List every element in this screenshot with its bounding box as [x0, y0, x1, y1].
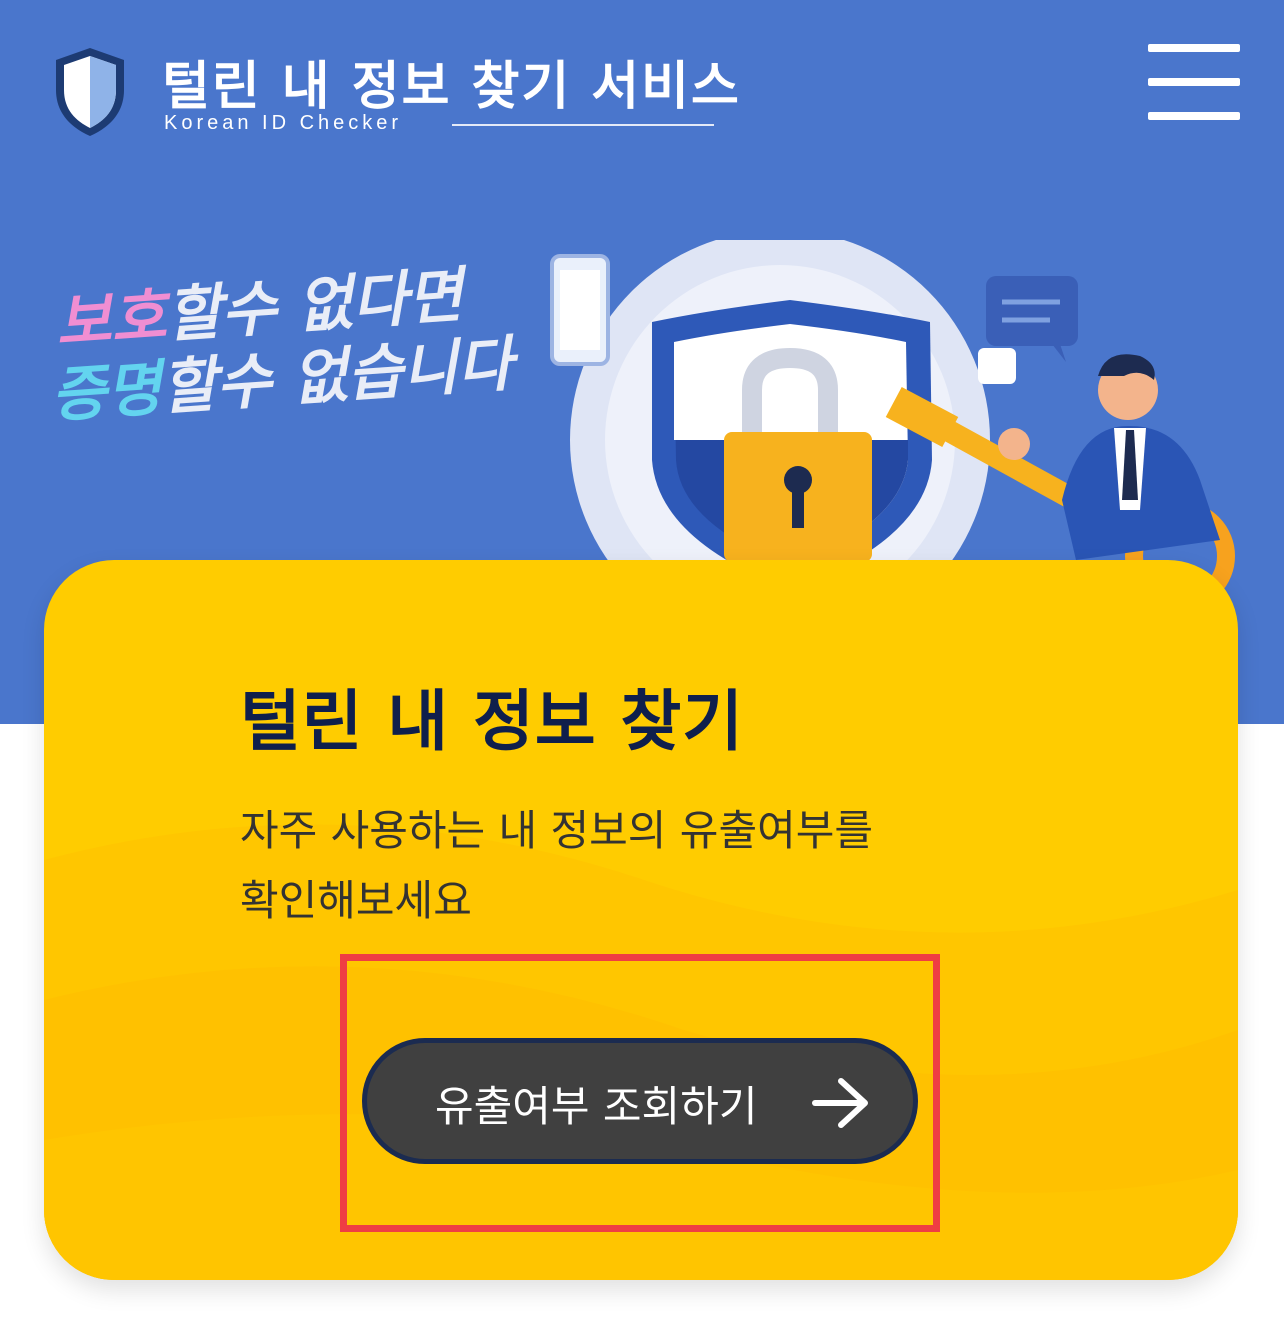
site-header: 털린 내 정보 찾기 서비스 Korean ID Checker: [0, 0, 1284, 160]
check-leak-button-label: 유출여부 조회하기: [435, 1082, 758, 1131]
card-title: 털린 내 정보 찾기: [240, 683, 744, 760]
card-description-line2: 확인해보세요: [240, 876, 472, 925]
site-subtitle: Korean ID Checker: [164, 112, 403, 134]
slogan-line2-accent: 증명: [48, 353, 164, 432]
shield-icon[interactable]: [50, 44, 130, 140]
card-description: 자주 사용하는 내 정보의 유출여부를 확인해보세요: [240, 796, 1040, 936]
leak-check-card: 털린 내 정보 찾기 자주 사용하는 내 정보의 유출여부를 확인해보세요 유출…: [44, 560, 1238, 1280]
card-description-line1: 자주 사용하는 내 정보의 유출여부를: [240, 806, 874, 855]
hamburger-menu-icon[interactable]: [1148, 44, 1240, 120]
security-illustration: [550, 240, 1235, 600]
subtitle-divider: [452, 124, 714, 126]
site-title[interactable]: 털린 내 정보 찾기 서비스: [162, 44, 741, 119]
hero-slogan: 보호할수 없다면 증명할수 없습니다: [49, 256, 515, 432]
slogan-line1-accent: 보호: [53, 281, 169, 359]
arrow-right-icon: [812, 1078, 868, 1128]
check-leak-button[interactable]: 유출여부 조회하기: [362, 1038, 918, 1164]
